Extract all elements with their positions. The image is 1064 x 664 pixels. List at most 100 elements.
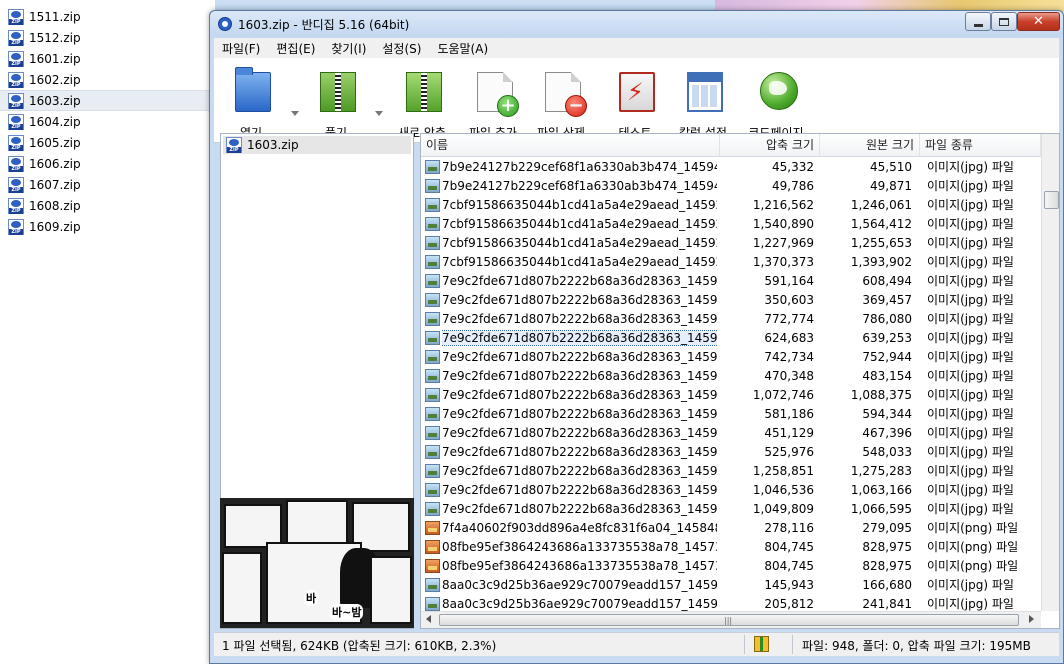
desktop-file-item[interactable]: 1511.zip (0, 6, 210, 27)
menu-file[interactable]: 파일(F) (214, 40, 268, 57)
desktop-file-item[interactable]: 1603.zip (0, 90, 210, 111)
desktop-file-label: 1606.zip (29, 156, 81, 171)
desktop-file-item[interactable]: 1606.zip (0, 153, 210, 174)
file-row[interactable]: 7b9e24127b229cef68f1a6330ab3b474_145941.… (421, 177, 1041, 196)
file-name-text: 7e9c2fde671d807b2222b68a36d28363_145903.… (442, 293, 717, 307)
close-icon: ✕ (1033, 14, 1044, 29)
menu-settings[interactable]: 설정(S) (374, 40, 429, 57)
column-header-name[interactable]: 이름 (421, 134, 720, 157)
jpg-image-file-icon (425, 407, 440, 421)
column-settings-button[interactable]: 칼럼 설정 (668, 70, 738, 140)
file-row[interactable]: 7e9c2fde671d807b2222b68a36d28363_145903.… (421, 291, 1041, 310)
file-row[interactable]: 7cbf91586635044b1cd41a5a4e29aead_145922.… (421, 234, 1041, 253)
jpg-image-file-icon (425, 502, 440, 516)
delete-file-button[interactable]: − 파일 삭제 (526, 70, 596, 140)
file-name-cell: 7cbf91586635044b1cd41a5a4e29aead_145922.… (442, 196, 717, 215)
file-row[interactable]: 7e9c2fde671d807b2222b68a36d28363_145903.… (421, 272, 1041, 291)
file-name-text: 7cbf91586635044b1cd41a5a4e29aead_145922.… (442, 255, 717, 269)
original-size-cell: 786,080 (862, 312, 912, 326)
file-row[interactable]: 7e9c2fde671d807b2222b68a36d28363_145903.… (421, 481, 1041, 500)
original-size-cell: 279,095 (862, 521, 912, 535)
column-header-compressed-size[interactable]: 압축 크기 (720, 134, 820, 157)
vertical-scrollbar[interactable] (1041, 134, 1059, 611)
file-row[interactable]: 7cbf91586635044b1cd41a5a4e29aead_145922.… (421, 215, 1041, 234)
tree-item-root[interactable]: 1603.zip (223, 136, 411, 154)
file-type-cell: 이미지(jpg) 파일 (927, 407, 1014, 421)
file-row[interactable]: 7e9c2fde671d807b2222b68a36d28363_145903.… (421, 348, 1041, 367)
jpg-image-file-icon (425, 331, 440, 345)
minimize-icon (973, 24, 983, 27)
vertical-scroll-thumb[interactable] (1044, 191, 1059, 209)
codepage-button[interactable]: 코드페이지 (741, 70, 811, 140)
desktop-file-item[interactable]: 1602.zip (0, 69, 210, 90)
zip-file-icon (8, 197, 24, 214)
file-name-cell: 7e9c2fde671d807b2222b68a36d28363_145903.… (442, 424, 717, 443)
desktop-file-item[interactable]: 1605.zip (0, 132, 210, 153)
desktop-file-item[interactable]: 1607.zip (0, 174, 210, 195)
file-row[interactable]: 7e9c2fde671d807b2222b68a36d28363_145903.… (421, 462, 1041, 481)
extract-button[interactable]: 풀기 (301, 70, 371, 140)
zip-file-icon (226, 137, 242, 153)
original-size-cell: 45,510 (870, 160, 912, 174)
maximize-button[interactable] (991, 12, 1017, 31)
file-row[interactable]: 7e9c2fde671d807b2222b68a36d28363_145903.… (421, 443, 1041, 462)
zip-file-icon (8, 176, 24, 193)
file-row[interactable]: 7e9c2fde671d807b2222b68a36d28363_145903.… (421, 500, 1041, 519)
minimize-button[interactable] (965, 12, 991, 31)
test-button[interactable]: 테스트 (600, 70, 670, 140)
file-row[interactable]: 8aa0c3c9d25b36ae929c70079eadd157_145920.… (421, 576, 1041, 595)
file-type-cell: 이미지(jpg) 파일 (927, 369, 1014, 383)
title-bar[interactable]: 1603.zip - 반디집 5.16 (64bit) ✕ (210, 11, 1063, 37)
desktop-file-item[interactable]: 1512.zip (0, 27, 210, 48)
column-header-file-type[interactable]: 파일 종류 (920, 134, 1041, 157)
scroll-right-arrow-icon[interactable] (1029, 615, 1034, 623)
file-row[interactable]: 7e9c2fde671d807b2222b68a36d28363_145903.… (421, 405, 1041, 424)
desktop-file-list: 1511.zip 1512.zip 1601.zip 1602.zip 1603.zip… (0, 0, 210, 664)
open-dropdown-arrow[interactable] (291, 111, 299, 116)
file-name-cell: 7b9e24127b229cef68f1a6330ab3b474_145941.… (442, 177, 717, 196)
menu-edit[interactable]: 편집(E) (268, 40, 323, 57)
file-name-text: 7e9c2fde671d807b2222b68a36d28363_145903.… (442, 464, 717, 478)
file-name-text: 7b9e24127b229cef68f1a6330ab3b474_145941.… (442, 160, 717, 174)
desktop-file-label: 1604.zip (29, 114, 81, 129)
file-row[interactable]: 7cbf91586635044b1cd41a5a4e29aead_145922.… (421, 253, 1041, 272)
close-button[interactable]: ✕ (1017, 12, 1060, 31)
original-size-cell: 608,494 (862, 274, 912, 288)
file-type-cell: 이미지(jpg) 파일 (927, 293, 1014, 307)
jpg-image-file-icon (425, 236, 440, 250)
file-row[interactable]: 7e9c2fde671d807b2222b68a36d28363_145903.… (421, 386, 1041, 405)
file-row[interactable]: 7e9c2fde671d807b2222b68a36d28363_145903.… (421, 424, 1041, 443)
compressed-size-cell: 145,943 (764, 578, 814, 592)
original-size-cell: 548,033 (862, 445, 912, 459)
file-row[interactable]: 08fbe95ef3864243686a133735538a78_145737.… (421, 557, 1041, 576)
scroll-left-arrow-icon[interactable] (426, 615, 431, 623)
file-row[interactable]: 7e9c2fde671d807b2222b68a36d28363_145903.… (421, 367, 1041, 386)
column-header-original-size[interactable]: 원본 크기 (820, 134, 920, 157)
file-row[interactable]: 7f4a40602f903dd896a4e8fc831f6a04_1458484… (421, 519, 1041, 538)
desktop-file-item[interactable]: 1601.zip (0, 48, 210, 69)
new-archive-button[interactable]: 새로 압축 (387, 70, 457, 140)
file-row[interactable]: 7cbf91586635044b1cd41a5a4e29aead_145922.… (421, 196, 1041, 215)
original-size-cell: 467,396 (862, 426, 912, 440)
list-header: 이름 압축 크기 원본 크기 파일 종류 (421, 134, 1041, 157)
menu-help[interactable]: 도움말(A) (429, 40, 496, 57)
file-type-cell: 이미지(jpg) 파일 (927, 388, 1014, 402)
file-name-text: 7e9c2fde671d807b2222b68a36d28363_145903.… (442, 274, 717, 288)
horizontal-scroll-thumb[interactable]: ||| (439, 614, 1019, 626)
extract-dropdown-arrow[interactable] (375, 111, 383, 116)
desktop-file-item[interactable]: 1604.zip (0, 111, 210, 132)
horizontal-scrollbar[interactable]: ||| (421, 611, 1041, 628)
file-name-text: 7e9c2fde671d807b2222b68a36d28363_145903.… (442, 445, 717, 459)
new-archive-icon (406, 72, 442, 112)
jpg-image-file-icon (425, 274, 440, 288)
open-button[interactable]: 열기 (216, 67, 286, 140)
file-name-cell: 7e9c2fde671d807b2222b68a36d28363_145903.… (442, 462, 717, 481)
file-row[interactable]: 7e9c2fde671d807b2222b68a36d28363_145903.… (421, 329, 1041, 348)
file-row[interactable]: 7b9e24127b229cef68f1a6330ab3b474_145941.… (421, 158, 1041, 177)
desktop-file-item[interactable]: 1609.zip (0, 216, 210, 237)
add-file-button[interactable]: + 파일 추가 (458, 70, 528, 140)
menu-find[interactable]: 찾기(I) (323, 40, 374, 57)
desktop-file-item[interactable]: 1608.zip (0, 195, 210, 216)
file-row[interactable]: 7e9c2fde671d807b2222b68a36d28363_145903.… (421, 310, 1041, 329)
file-row[interactable]: 08fbe95ef3864243686a133735538a78_145737.… (421, 538, 1041, 557)
